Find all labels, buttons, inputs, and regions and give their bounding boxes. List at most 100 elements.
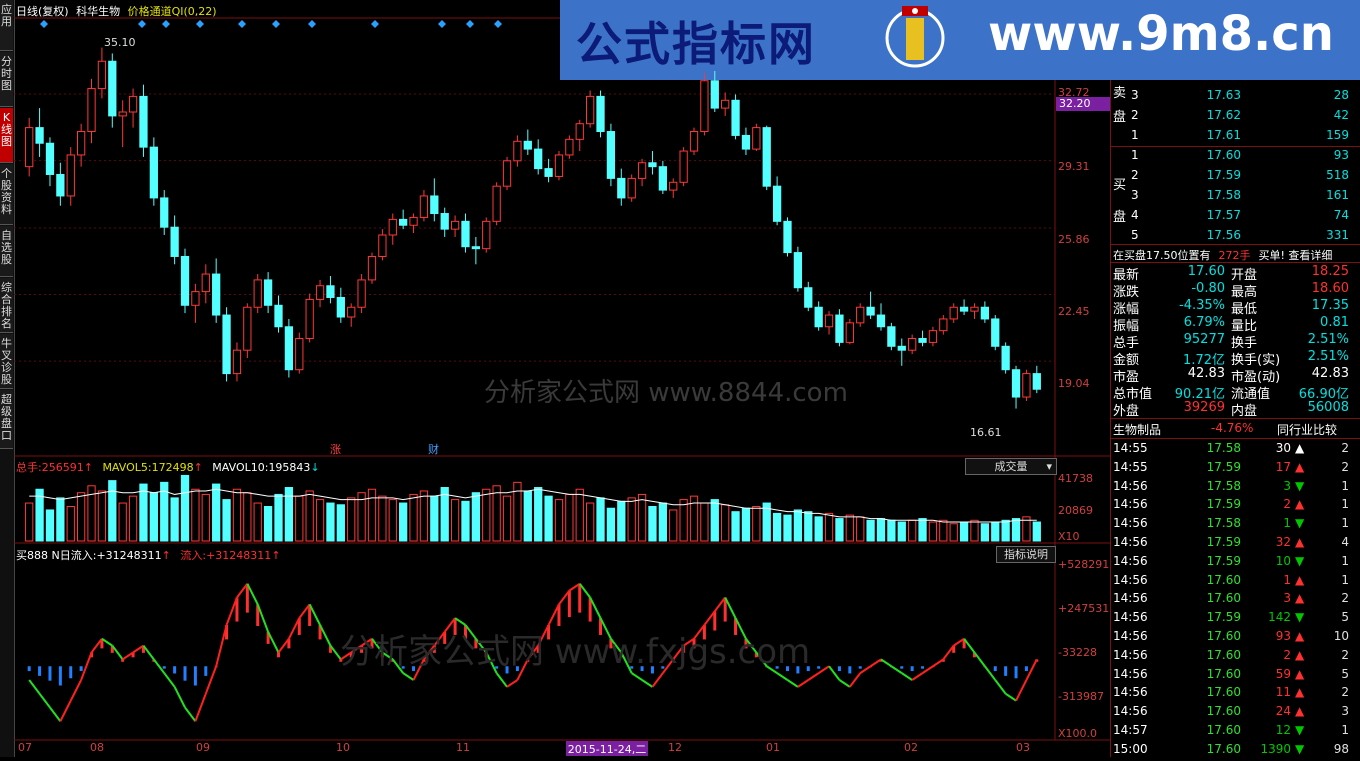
volume-bar <box>617 500 626 542</box>
volume-bar <box>908 519 917 542</box>
tick-row: 14:57 17.60 12 ▼ 1 <box>1113 723 1349 737</box>
x-axis-label: 09 <box>196 741 210 754</box>
volume-bar <box>253 502 262 542</box>
indicator-bar <box>993 666 997 672</box>
volume-bar <box>399 502 408 542</box>
candle-body <box>118 111 127 117</box>
indicator-help-button[interactable]: 指标说明 <box>996 546 1056 563</box>
left-tab-5[interactable]: 综合排名 <box>0 278 13 333</box>
indicator-segment <box>122 651 134 661</box>
volume-bar <box>700 502 709 542</box>
candle-body <box>305 298 314 339</box>
indicator-segment <box>287 617 301 640</box>
volume-bar <box>450 499 460 542</box>
candle-body <box>1022 373 1031 398</box>
candle-body <box>980 306 990 320</box>
candle-body <box>700 80 709 133</box>
quote-row: 涨幅 -4.35% 最低 17.35 <box>1113 298 1349 317</box>
volume-ma-lines <box>29 488 1037 523</box>
volume-bar <box>97 490 107 542</box>
volume-bar <box>752 506 761 542</box>
candle-body <box>752 127 761 150</box>
candle-body <box>128 95 138 113</box>
indicator-segment <box>69 679 83 702</box>
candle-body <box>191 291 200 306</box>
signal-diamond-icon <box>196 20 204 28</box>
event-marker-cai[interactable]: 财 <box>428 441 439 457</box>
x-axis: 07 08 09 10 11 01 02 03 12 <box>14 741 1110 757</box>
candle-body <box>492 185 501 222</box>
volume-bar <box>627 497 636 542</box>
indicator-segment <box>890 665 903 674</box>
indicator-segment <box>101 637 113 647</box>
volume-bar <box>388 499 397 542</box>
volume-bar <box>76 492 86 542</box>
indicator-segment <box>194 693 207 722</box>
volume-bar <box>1032 521 1041 542</box>
indicator-bar <box>858 666 862 669</box>
industry-name: 生物制品 <box>1113 423 1162 437</box>
volume-bar <box>980 523 990 542</box>
candle-body <box>596 95 605 133</box>
volume-bar <box>149 492 158 542</box>
buy-level-row: 5 17.56 331 <box>1131 228 1349 242</box>
candle-body <box>284 326 294 371</box>
indicator-segment <box>495 672 508 688</box>
volume-bar <box>347 497 356 542</box>
left-tab-7[interactable]: 超级盘口 <box>0 390 13 449</box>
candle-body <box>606 131 616 179</box>
volume-bar <box>1001 519 1010 542</box>
volume-type-dropdown[interactable]: 成交量 ▾ <box>965 458 1057 475</box>
indicator-bar <box>1024 666 1028 672</box>
volume-bar <box>45 509 55 542</box>
event-marker-zhang[interactable]: 涨 <box>330 441 341 457</box>
left-tab-6[interactable]: 牛叉诊股 <box>0 334 13 389</box>
candle-body <box>824 314 834 328</box>
candle-body <box>658 166 667 191</box>
candle-body <box>617 177 626 199</box>
indicator-segment <box>953 637 965 647</box>
volume-bar <box>585 502 595 542</box>
candle-body <box>430 195 439 215</box>
indicator-bar <box>277 652 280 658</box>
left-tab-0[interactable]: 应用 <box>0 0 13 51</box>
volume-bar <box>669 509 678 542</box>
quote-row: 金额 1.72亿 换手(实) 2.51% <box>1113 349 1349 368</box>
indicator-segment <box>589 597 602 619</box>
volume-bar <box>243 492 252 542</box>
signal-diamond-icon <box>371 20 379 28</box>
queue-detail-link[interactable]: 买单! 查看详细 <box>1259 249 1333 262</box>
indicator-segment <box>932 658 944 668</box>
indicator-segment <box>911 672 924 681</box>
candle-body <box>35 127 44 144</box>
volume-bar <box>180 474 190 542</box>
volume-bar <box>201 493 210 542</box>
candle-body <box>554 154 564 177</box>
left-tab-2[interactable]: K线图 <box>0 108 13 163</box>
signal-diamond-icon <box>138 20 146 28</box>
candle-body <box>25 127 34 168</box>
buy-level-row: 4 17.57 74 <box>1131 208 1349 222</box>
queue-info[interactable]: 在买盘17.50位置有 272手 买单! 查看详细 <box>1113 247 1332 263</box>
candle-body <box>471 246 481 250</box>
sell-level-row: 1 17.61 159 <box>1131 128 1349 142</box>
candle-body <box>918 337 927 343</box>
indicator-bar <box>79 666 83 672</box>
volume-bar <box>409 493 418 542</box>
left-tab-4[interactable]: 自选股 <box>0 226 13 277</box>
left-tab-1[interactable]: 分时图 <box>0 52 13 107</box>
indicator-bar <box>48 666 52 681</box>
volume-bar <box>378 495 387 542</box>
candle-body <box>263 279 273 306</box>
left-tab-3[interactable]: 个股资料 <box>0 164 13 225</box>
candle-body <box>939 318 948 332</box>
volume-bar <box>66 506 75 542</box>
tick-row: 14:56 17.59 32 ▲ 4 <box>1113 535 1349 549</box>
quote-row: 最新 17.60 开盘 18.25 <box>1113 264 1349 283</box>
signal-markers <box>40 20 502 28</box>
candle-body <box>336 296 345 318</box>
indicator-bar <box>58 666 62 686</box>
quote-row: 总市值 90.21亿 流通值 66.90亿 <box>1113 387 1349 402</box>
indicator-bar <box>69 666 73 679</box>
industry-compare-button[interactable]: 同行业比较 <box>1277 421 1337 438</box>
